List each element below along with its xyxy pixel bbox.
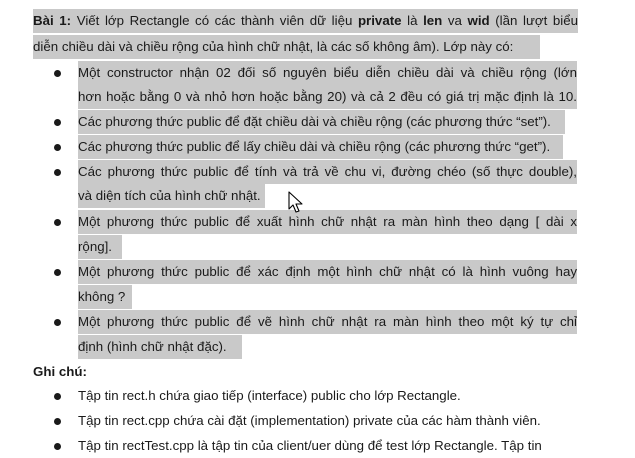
note-line: Tập tin rect.h chứa giao tiếp (interface… <box>78 384 461 408</box>
note-text: Tập tin rect.h chứa giao tiếp (interface… <box>78 388 461 403</box>
intro-text: là <box>401 13 424 28</box>
note-text: Tập tin rectTest.cpp là tập tin của clie… <box>78 438 542 453</box>
mouse-pointer-icon <box>288 191 303 213</box>
requirement-line: và diện tích của hình chữ nhật. <box>78 184 265 208</box>
requirement-line: hơn hoặc bằng 0 và nhỏ hơn hoặc bằng 20)… <box>78 85 577 109</box>
requirement-text: hơn hoặc bằng 0 và nhỏ hơn hoặc bằng 20)… <box>78 89 577 104</box>
requirement-text: Một phương thức public để vẽ hình chữ nh… <box>78 314 577 329</box>
requirement-text: rộng]. <box>78 239 113 254</box>
requirement-text: định (hình chữ nhật đặc). <box>78 339 227 354</box>
requirement-text: và diện tích của hình chữ nhật. <box>78 188 261 203</box>
requirement-text: Một constructor nhận 02 đối số nguyên bi… <box>78 65 577 80</box>
note-line: Tập tin rectTest.cpp là tập tin của clie… <box>78 434 542 458</box>
intro-text: va <box>442 13 468 28</box>
note-bullet <box>54 418 61 425</box>
requirement-bullet <box>54 319 61 326</box>
requirement-line: Các phương thức public để đặt chiều dài … <box>78 110 565 134</box>
notes-heading: Ghi chú: <box>33 360 87 384</box>
requirement-line: Một phương thức public để xuất hình chữ … <box>78 210 577 234</box>
keyword: private <box>357 13 402 28</box>
requirement-line: Một constructor nhận 02 đối số nguyên bi… <box>78 61 577 85</box>
notes-heading-text: Ghi chú: <box>33 364 87 379</box>
requirement-text: Một phương thức public để xác định một h… <box>78 264 577 279</box>
note-bullet <box>54 393 61 400</box>
requirement-bullet <box>54 169 61 176</box>
requirement-bullet <box>54 269 61 276</box>
requirement-line: Một phương thức public để vẽ hình chữ nh… <box>78 310 577 334</box>
note-line: Tập tin rect.cpp chứa cài đặt (implement… <box>78 409 541 433</box>
requirement-text: không ? <box>78 289 126 304</box>
requirement-bullet <box>54 144 61 151</box>
requirement-line: rộng]. <box>78 235 122 259</box>
requirement-bullet <box>54 219 61 226</box>
intro-text: Viết lớp Rectangle có các thành viên dữ … <box>76 13 358 28</box>
document-page: Bài 1: Viết lớp Rectangle có các thành v… <box>0 0 635 456</box>
keyword: wid <box>467 13 490 28</box>
keyword: len <box>423 13 443 28</box>
intro-text: (lần lượt biểu <box>489 13 578 28</box>
requirement-text: Một phương thức public để xuất hình chữ … <box>78 214 577 229</box>
exercise-title: Bài 1: <box>33 13 77 28</box>
requirement-bullet <box>54 119 61 126</box>
intro-line: Bài 1: Viết lớp Rectangle có các thành v… <box>33 9 578 33</box>
note-bullet <box>54 443 61 450</box>
intro-text: diễn chiều dài và chiều rộng của hình ch… <box>33 39 514 54</box>
requirement-bullet <box>54 70 61 77</box>
requirement-text: Các phương thức public để tính và trả về… <box>78 164 577 179</box>
requirement-line: không ? <box>78 285 132 309</box>
note-text: Tập tin rect.cpp chứa cài đặt (implement… <box>78 413 541 428</box>
requirement-line: Một phương thức public để xác định một h… <box>78 260 577 284</box>
requirement-line: định (hình chữ nhật đặc). <box>78 335 242 359</box>
intro-line: diễn chiều dài và chiều rộng của hình ch… <box>33 35 540 59</box>
requirement-line: Các phương thức public để lấy chiều dài … <box>78 135 563 159</box>
requirement-text: Các phương thức public để lấy chiều dài … <box>78 139 551 154</box>
requirement-line: Các phương thức public để tính và trả về… <box>78 160 577 184</box>
requirement-text: Các phương thức public để đặt chiều dài … <box>78 114 551 129</box>
